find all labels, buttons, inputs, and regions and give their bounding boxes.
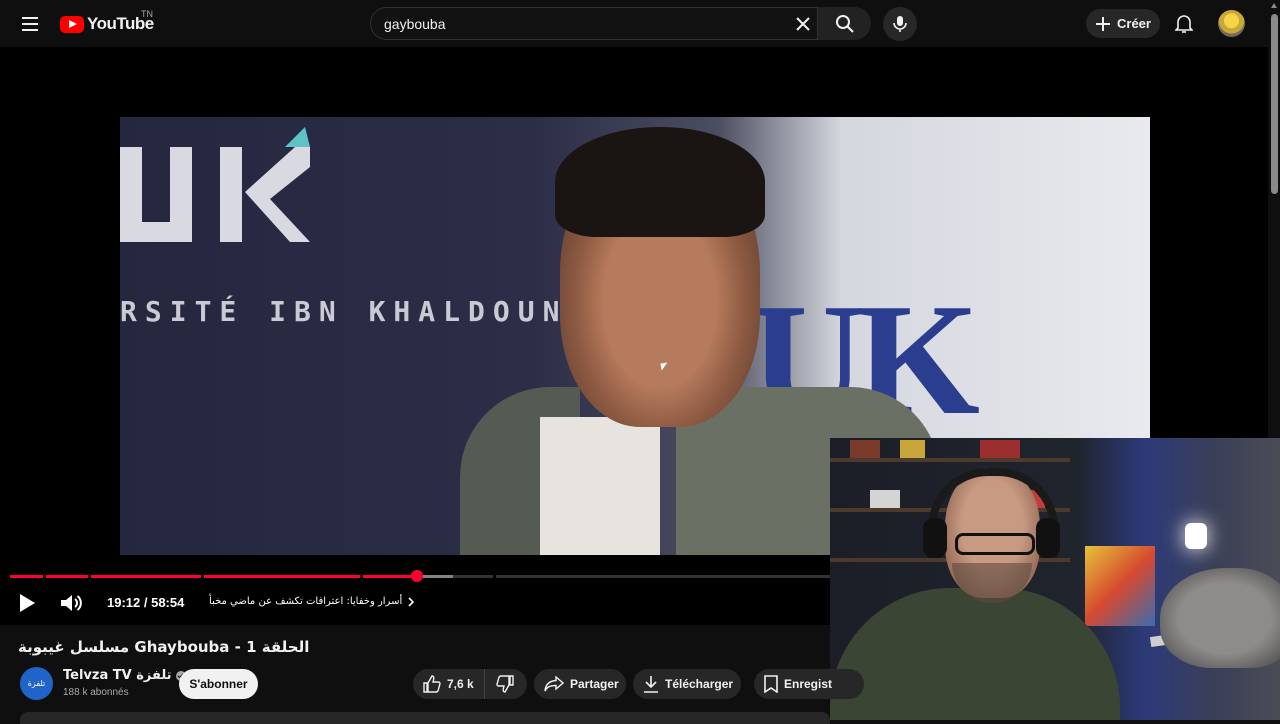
- create-label: Créer: [1117, 16, 1151, 31]
- download-label: Télécharger: [665, 677, 734, 691]
- time-display: 19:12 / 58:54: [107, 595, 185, 610]
- ring-light: [1185, 523, 1207, 549]
- bell-icon: [1175, 15, 1193, 33]
- wall-painting: [1085, 546, 1155, 626]
- search-input[interactable]: [384, 8, 784, 39]
- webcam-overlay: [830, 438, 1280, 720]
- mouse-cursor: [660, 362, 669, 371]
- voice-search-button[interactable]: [883, 7, 917, 41]
- like-count: 7,6 k: [447, 677, 474, 691]
- dislike-button[interactable]: [485, 669, 525, 699]
- cat: [1160, 568, 1280, 668]
- search-box: [370, 7, 871, 40]
- share-button[interactable]: Partager: [534, 669, 626, 699]
- thumbs-up-icon: [423, 675, 441, 693]
- play-button[interactable]: [18, 593, 38, 613]
- youtube-logo[interactable]: YouTube TN: [60, 9, 154, 36]
- volume-icon[interactable]: [58, 591, 84, 615]
- clear-search-icon[interactable]: [791, 12, 815, 36]
- subscriber-count: 188 k abonnés: [63, 687, 129, 698]
- channel-name-link[interactable]: Telvza TV تلفزة: [63, 668, 186, 683]
- description-box[interactable]: [20, 712, 830, 724]
- scrollbar-thumb[interactable]: [1271, 14, 1278, 194]
- played-bar: [10, 575, 417, 578]
- save-button[interactable]: Enregist: [754, 669, 864, 699]
- video-title: الحلقة 1 - Ghaybouba مسلسل غيبوبة: [18, 638, 310, 656]
- channel-name: Telvza TV تلفزة: [63, 668, 172, 683]
- like-dislike-group: 7,6 k: [413, 669, 527, 699]
- chapter-label: أسرار وخفايا: اعترافات تكشف عن ماضي مخبأ: [209, 596, 403, 607]
- search-icon: [835, 14, 854, 33]
- plus-icon: [1096, 16, 1110, 31]
- scroll-up-icon[interactable]: [1271, 3, 1277, 8]
- thumbs-down-icon: [496, 675, 514, 693]
- share-label: Partager: [570, 677, 619, 691]
- channel-avatar[interactable]: تلفزة: [20, 667, 53, 700]
- save-label: Enregist: [784, 677, 833, 691]
- menu-icon[interactable]: [14, 8, 46, 40]
- bookmark-icon: [764, 675, 778, 693]
- notifications-button[interactable]: [1170, 10, 1198, 38]
- youtube-play-icon: [60, 15, 84, 33]
- search-button[interactable]: [817, 7, 871, 40]
- chevron-right-icon: [408, 596, 415, 607]
- download-icon: [644, 676, 658, 693]
- masthead: YouTube TN Créer: [0, 0, 1268, 47]
- country-code: TN: [141, 9, 153, 19]
- create-button[interactable]: Créer: [1086, 9, 1160, 38]
- microphone-icon: [893, 16, 907, 32]
- chapter-title[interactable]: أسرار وخفايا: اعترافات تكشف عن ماضي مخبأ: [209, 596, 415, 607]
- share-icon: [544, 676, 564, 692]
- download-button[interactable]: Télécharger: [633, 669, 741, 699]
- subscribe-button[interactable]: S'abonner: [179, 669, 258, 699]
- account-avatar[interactable]: [1218, 10, 1245, 37]
- progress-scrubber[interactable]: [410, 570, 423, 582]
- university-logo-left: [120, 127, 310, 242]
- like-button[interactable]: 7,6 k: [413, 669, 485, 699]
